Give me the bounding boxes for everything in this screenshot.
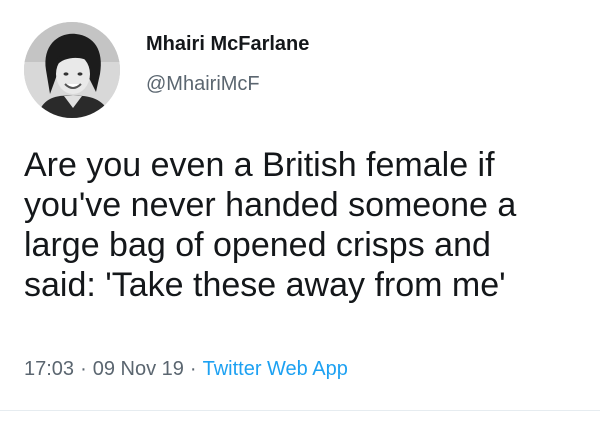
author-display-name[interactable]: Mhairi McFarlane bbox=[146, 32, 309, 56]
tweet-meta: 17:03 · 09 Nov 19 · Twitter Web App bbox=[24, 357, 348, 381]
tweet-time[interactable]: 17:03 bbox=[24, 358, 74, 380]
author-info: Mhairi McFarlane @MhairiMcF bbox=[146, 32, 309, 96]
divider bbox=[0, 410, 600, 411]
tweet-text: Are you even a British female if you've … bbox=[24, 146, 517, 304]
tweet-date[interactable]: 09 Nov 19 bbox=[93, 358, 184, 380]
tweet-card: Mhairi McFarlane @MhairiMcF Are you even… bbox=[0, 0, 600, 431]
profile-photo-icon bbox=[24, 22, 120, 118]
avatar[interactable] bbox=[24, 22, 120, 118]
meta-separator: · bbox=[80, 358, 87, 380]
author-handle[interactable]: @MhairiMcF bbox=[146, 72, 309, 96]
meta-separator: · bbox=[189, 358, 197, 380]
tweet-header: Mhairi McFarlane @MhairiMcF bbox=[24, 22, 584, 120]
tweet-source-link[interactable]: Twitter Web App bbox=[203, 358, 348, 380]
